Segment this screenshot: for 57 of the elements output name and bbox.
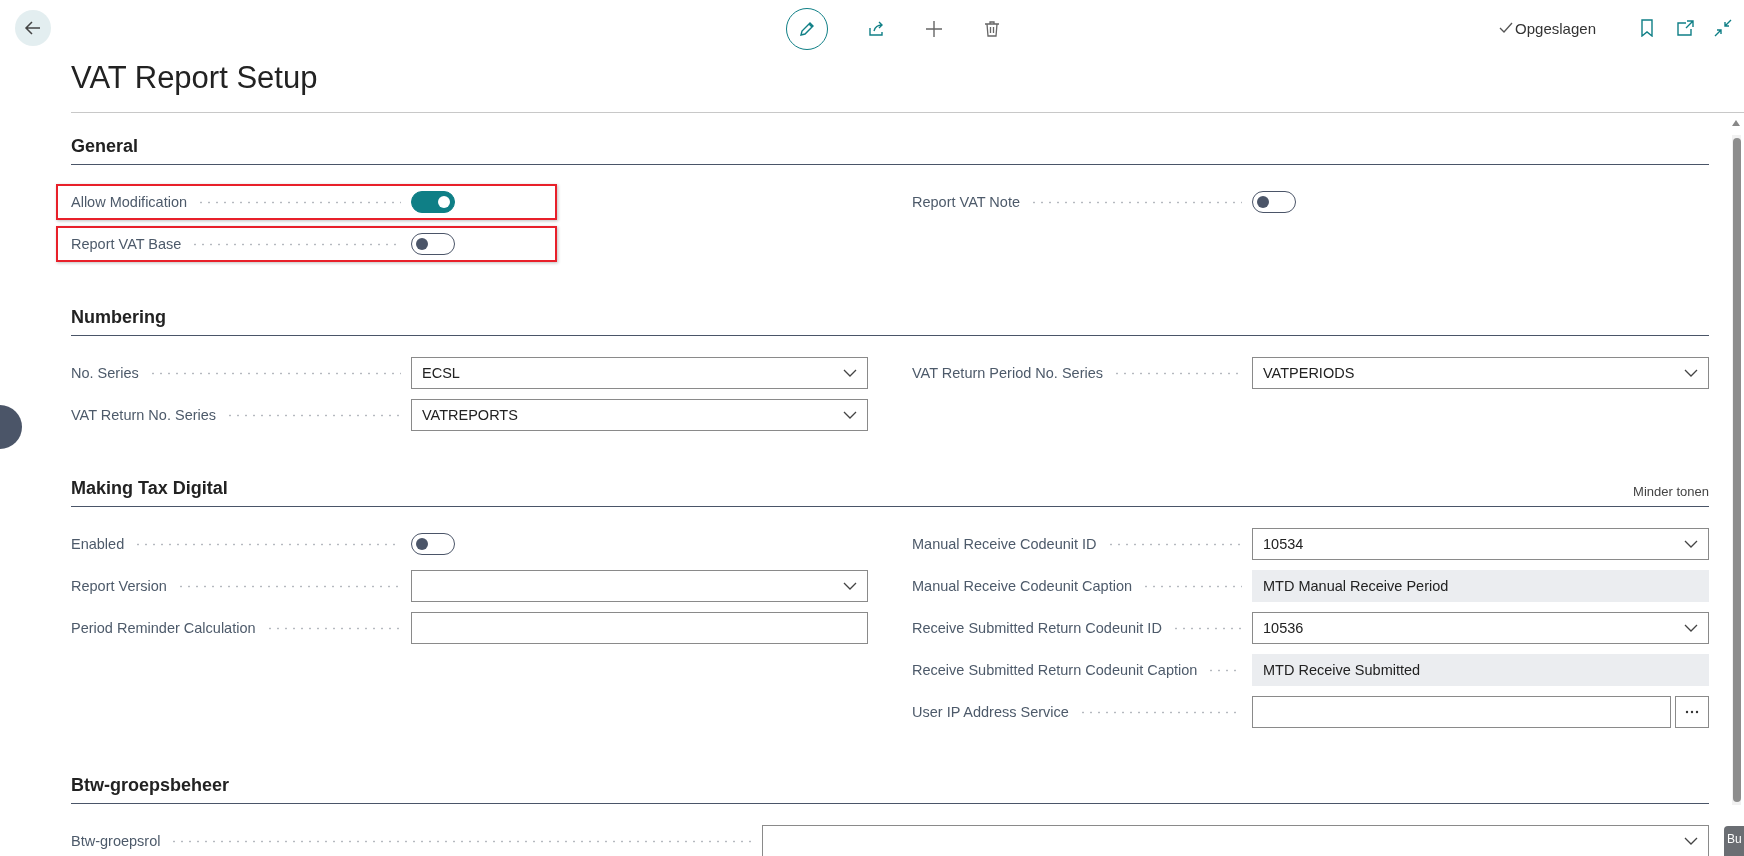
readonly-field: MTD Manual Receive Period — [1252, 570, 1709, 602]
add-icon[interactable] — [924, 19, 944, 39]
field-label: Report Version — [71, 578, 167, 594]
toggle-switch[interactable] — [411, 233, 455, 255]
section-heading[interactable]: Btw-groepsbeheer — [71, 775, 230, 796]
field-label: Manual Receive Codeunit ID — [912, 536, 1097, 552]
toggle-switch[interactable] — [411, 191, 455, 213]
field-label: VAT Return Period No. Series — [912, 365, 1103, 381]
show-less-link[interactable]: Minder tonen — [1633, 484, 1709, 499]
collapse-icon[interactable] — [1714, 19, 1732, 37]
back-button[interactable] — [15, 10, 51, 46]
field-label: Report VAT Base — [71, 236, 182, 252]
corner-badge[interactable]: Bu — [1724, 826, 1744, 856]
scroll-up-icon[interactable] — [1732, 120, 1740, 126]
field-label: Receive Submitted Return Codeunit Caption — [912, 662, 1198, 678]
field-label: User IP Address Service — [912, 704, 1069, 720]
field-label: Period Reminder Calculation — [71, 620, 256, 636]
toggle-switch[interactable] — [411, 533, 455, 555]
dropdown-field[interactable]: VATPERIODS — [1252, 357, 1709, 389]
check-icon — [1499, 22, 1514, 34]
field-label: VAT Return No. Series — [71, 407, 217, 423]
field-label: Btw-groepsrol — [71, 833, 161, 849]
dropdown-field[interactable] — [411, 570, 868, 602]
section-heading[interactable]: General — [71, 136, 139, 157]
section-heading[interactable]: Numbering — [71, 307, 166, 328]
chevron-down-icon — [843, 369, 857, 377]
chevron-down-icon — [1684, 369, 1698, 377]
more-options-button[interactable] — [1675, 696, 1709, 728]
input-field[interactable] — [411, 612, 868, 644]
chevron-down-icon — [1684, 540, 1698, 548]
chevron-down-icon — [843, 582, 857, 590]
chevron-down-icon — [843, 411, 857, 419]
field-label: Enabled — [71, 536, 125, 552]
ellipsis-icon — [1685, 710, 1699, 714]
field-label: Receive Submitted Return Codeunit ID — [912, 620, 1162, 636]
field-label: Report VAT Note — [912, 194, 1020, 210]
share-icon[interactable] — [866, 19, 886, 39]
saved-status: Opgeslagen — [1515, 19, 1596, 37]
dropdown-field[interactable]: VATREPORTS — [411, 399, 868, 431]
field-label: Allow Modification — [71, 194, 188, 210]
dropdown-field[interactable] — [762, 825, 1709, 856]
bookmark-icon[interactable] — [1638, 19, 1656, 37]
field-label: Manual Receive Codeunit Caption — [912, 578, 1133, 594]
delete-icon[interactable] — [982, 19, 1002, 39]
page-title: VAT Report Setup — [71, 59, 318, 95]
readonly-field: MTD Receive Submitted — [1252, 654, 1709, 686]
dropdown-field[interactable]: ECSL — [411, 357, 868, 389]
dropdown-field[interactable]: 10534 — [1252, 528, 1709, 560]
input-field[interactable] — [1252, 696, 1671, 728]
chevron-down-icon — [1684, 837, 1698, 845]
dropdown-field[interactable]: 10536 — [1252, 612, 1709, 644]
edit-button[interactable] — [786, 8, 828, 50]
field-label: No. Series — [71, 365, 139, 381]
open-new-window-icon[interactable] — [1676, 19, 1694, 37]
section-heading[interactable]: Making Tax Digital — [71, 478, 228, 499]
chevron-down-icon — [1684, 624, 1698, 632]
toggle-switch[interactable] — [1252, 191, 1296, 213]
